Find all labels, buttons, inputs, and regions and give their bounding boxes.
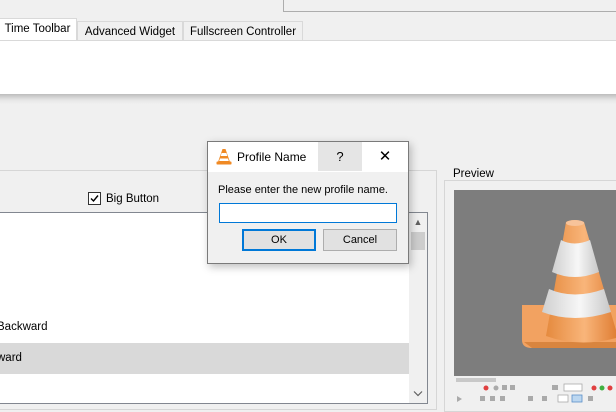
dialog-title: Profile Name: [237, 150, 307, 164]
chevron-down-icon: [413, 391, 423, 397]
tab-fullscreen-controller[interactable]: Fullscreen Controller: [183, 21, 303, 40]
close-icon: ✕: [378, 148, 392, 165]
profile-name-dialog: Profile Name ? ✕ Please enter the new pr…: [207, 141, 409, 264]
dialog-message: Please enter the new profile name.: [218, 184, 388, 196]
close-button[interactable]: ✕: [362, 142, 408, 171]
help-icon: ?: [336, 149, 344, 164]
scrollbar-thumb[interactable]: [411, 232, 425, 250]
cancel-button[interactable]: Cancel: [323, 229, 397, 251]
profile-name-input[interactable]: [219, 203, 397, 223]
tab-label: Fullscreen Controller: [189, 26, 297, 38]
tab-advanced-widget[interactable]: Advanced Widget: [77, 21, 183, 40]
check-icon: [90, 195, 99, 203]
list-item[interactable]: Backward: [0, 312, 409, 343]
list-item-selected[interactable]: ward: [0, 343, 409, 374]
preview-controls-bar: [454, 376, 616, 406]
tab-label: Advanced Widget: [84, 26, 176, 38]
list-item-label: ward: [0, 352, 22, 364]
tab-label: Time Toolbar: [4, 23, 71, 35]
scroll-up-arrow-icon[interactable]: ▲: [409, 213, 427, 231]
ok-button[interactable]: OK: [242, 229, 316, 251]
preview-label: Preview: [452, 168, 495, 180]
panel-divider: [0, 94, 616, 104]
big-button-checkbox[interactable]: [88, 192, 101, 205]
vlc-cone-icon: [522, 220, 616, 348]
list-item-label: Backward: [0, 321, 48, 333]
top-frame: [283, 0, 616, 12]
tab-time-toolbar[interactable]: Time Toolbar: [0, 18, 77, 41]
preview-video-area: [454, 190, 616, 376]
help-button[interactable]: ?: [318, 142, 362, 171]
toolbar-preview-panel: [0, 40, 616, 94]
big-button-label: Big Button: [106, 193, 160, 205]
scroll-down-arrow-icon[interactable]: [409, 385, 427, 403]
vlc-logo-icon: [216, 148, 232, 165]
preview-toolbar-icons: [456, 378, 613, 403]
